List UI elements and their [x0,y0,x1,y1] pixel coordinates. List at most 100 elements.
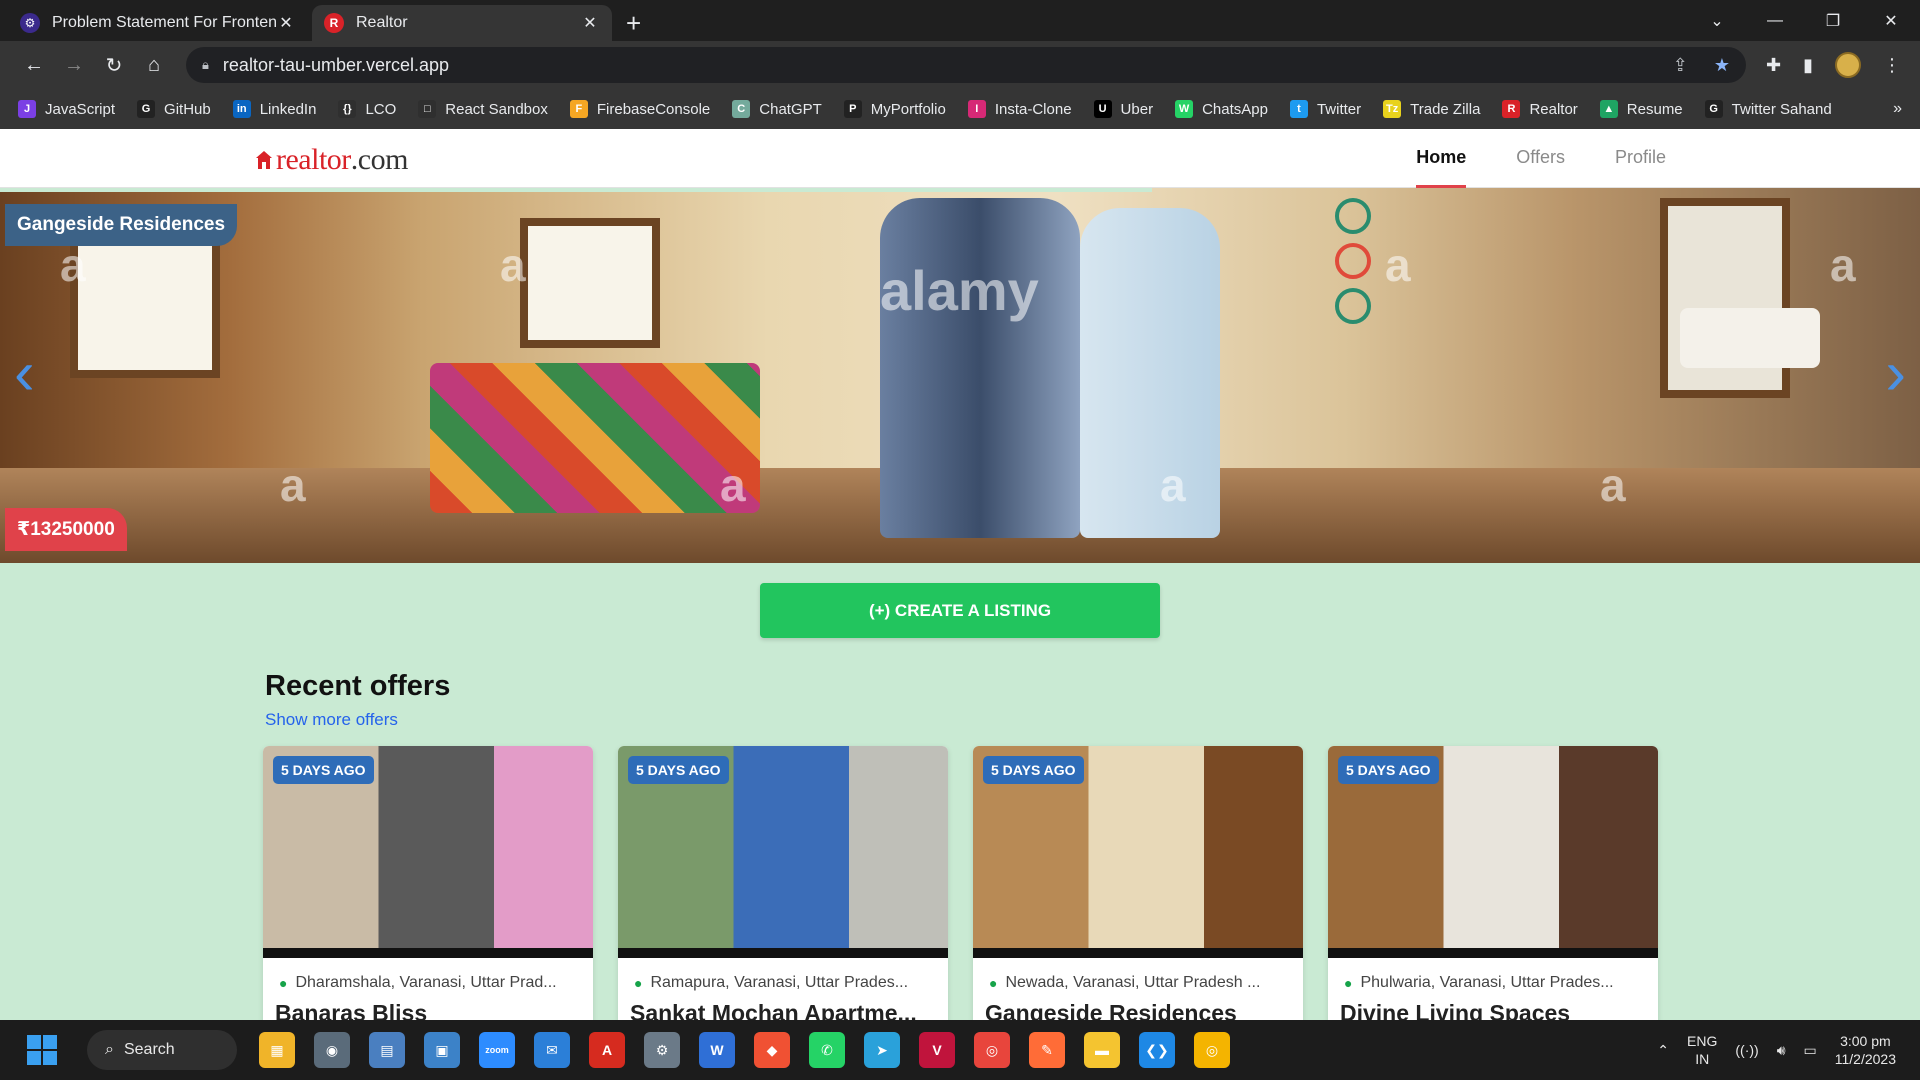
watermark: a [1600,459,1626,511]
nav-profile[interactable]: Profile [1615,129,1666,188]
bookmark-item[interactable]: G GitHub [137,100,211,118]
chrome-icon[interactable]: ◎ [974,1032,1010,1068]
create-listing-button[interactable]: (+) CREATE A LISTING [760,583,1160,638]
offer-card[interactable]: 5 DAYS AGO ● Newada, Varanasi, Uttar Prade… [973,746,1303,1036]
chevron-up-icon[interactable]: ⌃ [1657,1042,1669,1059]
bookmark-item[interactable]: F FirebaseConsole [569,100,710,118]
bookmark-favicon-icon: R [1502,100,1521,118]
bookmark-item[interactable]: J JavaScript [18,100,115,118]
offer-card[interactable]: 5 DAYS AGO ● Phulwaria, Varanasi, Uttar Pr… [1328,746,1658,1036]
bookmarks-overflow-icon[interactable]: » [1893,100,1902,118]
bookmark-favicon-icon: W [1175,100,1194,118]
wifi-icon[interactable]: ((·)) [1735,1042,1758,1058]
bookmark-item[interactable]: in LinkedIn [232,100,316,118]
settings-icon[interactable]: ⚙ [644,1032,680,1068]
realtor-logo[interactable]: realtor .com [255,143,408,177]
clock[interactable]: 3:00 pm 11/2/2023 [1835,1032,1896,1068]
nav-offers[interactable]: Offers [1516,129,1565,188]
bookmark-label: Twitter [1316,100,1362,118]
tab-search-chevron-icon[interactable]: ⌄ [1688,11,1746,31]
nav-home[interactable]: Home [1416,129,1467,188]
git-icon[interactable]: ◆ [754,1032,790,1068]
bookmark-label: MyPortfolio [870,100,946,118]
back-arrow-icon[interactable]: ← [14,45,54,85]
more-menu-icon[interactable]: ⋮ [1883,55,1901,76]
mail-icon[interactable]: ✉ [534,1032,570,1068]
reload-icon[interactable]: ↻ [94,45,134,85]
file-explorer-icon[interactable]: ▦ [259,1032,295,1068]
vscode-icon[interactable]: ❮❯ [1139,1032,1175,1068]
side-panel-icon[interactable]: ▮ [1803,55,1813,76]
wps-icon[interactable]: W [699,1032,735,1068]
bookmark-item[interactable]: U Uber [1093,100,1153,118]
offer-age-badge: 5 DAYS AGO [1338,756,1439,784]
bookmark-item[interactable]: C ChatGPT [732,100,822,118]
camera-icon[interactable]: ◉ [314,1032,350,1068]
bookmark-favicon-icon: t [1289,100,1308,118]
minimize-icon[interactable]: — [1746,12,1804,30]
bookmark-item[interactable]: Tz Trade Zilla [1383,100,1480,118]
bookmark-item[interactable]: □ React Sandbox [418,100,548,118]
offer-card[interactable]: 5 DAYS AGO ● Dharamshala, Varanasi, Uttar … [263,746,593,1036]
bookmark-item[interactable]: P MyPortfolio [843,100,946,118]
bookmark-item[interactable]: G Twitter Sahand [1704,100,1832,118]
tab-problem-statement[interactable]: ⚙ Problem Statement For Frontend ✕ [8,5,308,41]
home-icon[interactable]: ⌂ [134,45,174,85]
offer-card[interactable]: 5 DAYS AGO ● Ramapura, Varanasi, Uttar Pra… [618,746,948,1036]
lock-icon[interactable]: 🔒︎ [202,57,209,73]
bookmark-label: Realtor [1529,100,1578,118]
taskbar-search-button[interactable]: ⌕ Search [87,1030,237,1070]
bookmark-item[interactable]: W ChatsApp [1175,100,1268,118]
offer-age-badge: 5 DAYS AGO [983,756,1084,784]
volume-icon[interactable]: 🔊︎ [1777,1042,1786,1059]
close-window-icon[interactable]: ✕ [1862,11,1920,31]
new-tab-button[interactable]: + [626,5,641,41]
slider-prev-chevron-icon[interactable]: ‹ [14,343,35,405]
whatsapp-icon[interactable]: ✆ [809,1032,845,1068]
url-text[interactable]: realtor-tau-umber.vercel.app [223,55,1673,76]
hero-slider[interactable]: a a alamy a a a a a a Gangeside Residenc… [0,188,1920,563]
bookmark-star-icon[interactable]: ★ [1714,55,1730,76]
bookmark-label: ChatsApp [1202,100,1268,118]
bookmark-item[interactable]: R Realtor [1502,100,1578,118]
watermark: a [1160,459,1186,511]
taskbar-apps: ▦ ◉ ▤ ▣ zoom ✉ A ⚙ W ◆ ✆ ➤ V ◎ ✎ ▬ ❮❯ ◎ [259,1032,1230,1068]
acrobat-icon[interactable]: A [589,1032,625,1068]
battery-icon[interactable]: ▭ [1804,1042,1817,1059]
hero-listing-title: Gangeside Residences [5,204,238,246]
show-more-offers-link[interactable]: Show more offers [265,710,398,730]
close-icon[interactable]: ✕ [276,13,296,33]
bookmark-label: Twitter Sahand [1731,100,1832,118]
slider-next-chevron-icon[interactable]: › [1885,343,1906,405]
close-icon[interactable]: ✕ [580,13,600,33]
browser-toolbar: ← → ↻ ⌂ 🔒︎ realtor-tau-umber.vercel.app … [0,41,1920,89]
control-panel-icon[interactable]: ▣ [424,1032,460,1068]
location-pin-icon: ● [1344,975,1353,991]
folder-icon[interactable]: ▬ [1084,1032,1120,1068]
system-tray: ⌃ ENG IN ((·)) 🔊︎ ▭ 3:00 pm 11/2/2023 [1657,1020,1896,1080]
hero-listing-price: ₹13250000 [5,508,127,551]
vscode-insiders-icon[interactable]: V [919,1032,955,1068]
address-bar[interactable]: 🔒︎ realtor-tau-umber.vercel.app ⇪ ★ [186,47,1746,83]
postman-icon[interactable]: ✎ [1029,1032,1065,1068]
share-icon[interactable]: ⇪ [1673,55,1688,76]
bookmark-item[interactable]: t Twitter [1289,100,1362,118]
bookmark-item[interactable]: I Insta-Clone [967,100,1072,118]
bookmark-label: React Sandbox [445,100,548,118]
watermark: a [500,239,526,291]
telegram-icon[interactable]: ➤ [864,1032,900,1068]
forward-arrow-icon[interactable]: → [54,45,94,85]
browser-tab-bar: ⚙ Problem Statement For Frontend ✕ R Rea… [0,0,1920,41]
chrome-active-icon[interactable]: ◎ [1194,1032,1230,1068]
extensions-puzzle-icon[interactable]: ✚ [1766,55,1781,76]
calculator-icon[interactable]: ▤ [369,1032,405,1068]
bookmark-item[interactable]: ▲ Resume [1599,100,1683,118]
restore-icon[interactable]: ❐ [1804,11,1862,31]
profile-avatar[interactable] [1835,52,1861,78]
language-indicator[interactable]: ENG IN [1687,1032,1717,1068]
zoom-icon[interactable]: zoom [479,1032,515,1068]
tab-realtor[interactable]: R Realtor ✕ [312,5,612,41]
offer-location: ● Newada, Varanasi, Uttar Pradesh ... [989,974,1260,992]
bookmark-item[interactable]: {} LCO [338,100,396,118]
start-windows-icon[interactable] [27,1035,57,1065]
